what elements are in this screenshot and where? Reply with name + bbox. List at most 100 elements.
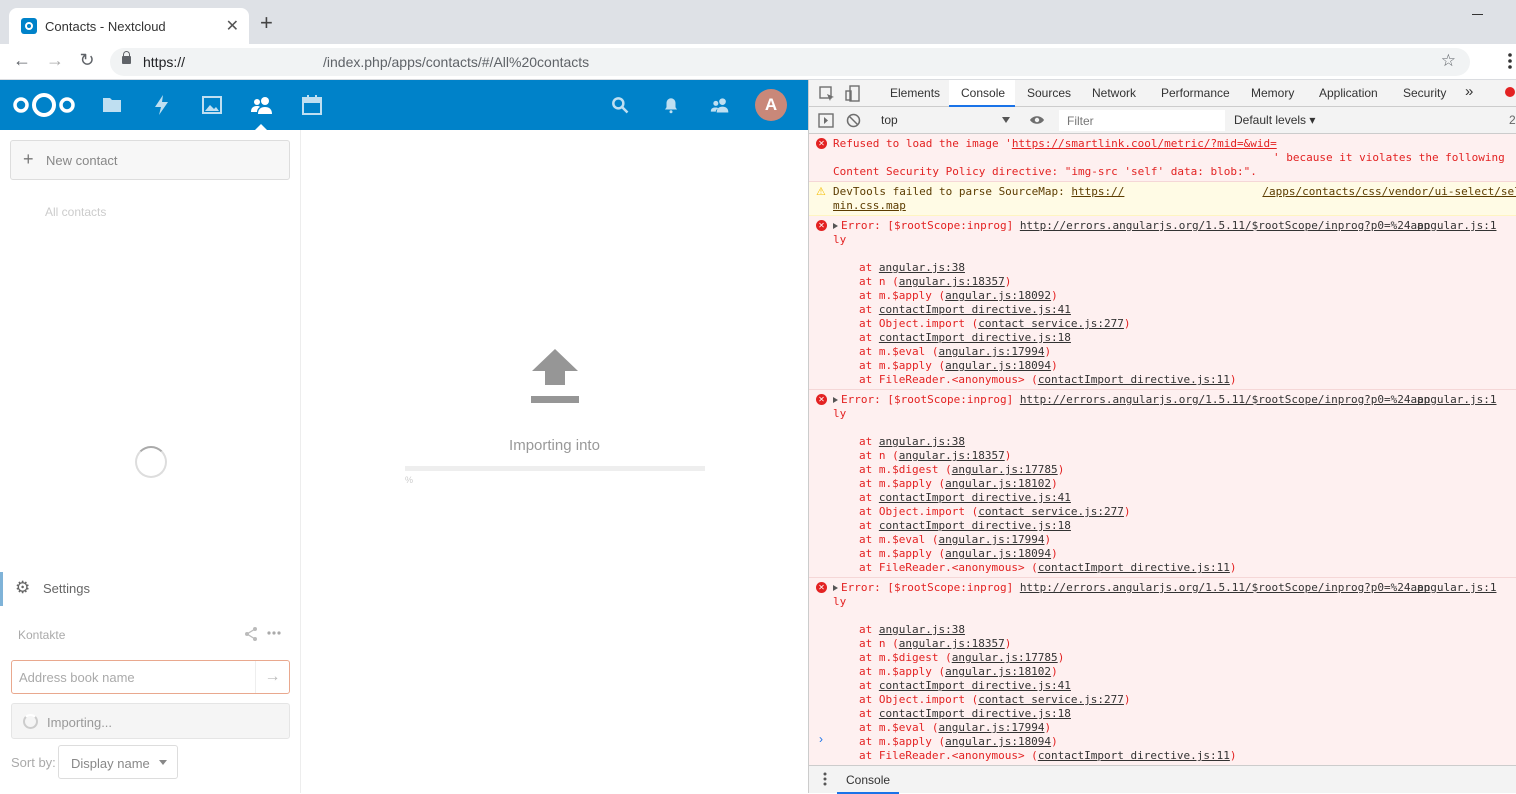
devtools-tab-security[interactable]: Security	[1403, 86, 1446, 100]
submit-arrow-icon[interactable]: →	[255, 661, 289, 693]
context-selector[interactable]: top	[881, 113, 898, 127]
console-prompt[interactable]: ›	[819, 732, 823, 746]
inspect-element-icon[interactable]	[819, 86, 835, 102]
frame-location[interactable]: contactImport directive.js:41	[879, 679, 1071, 692]
stack-frame: at n (angular.js:18357)	[833, 449, 1516, 463]
frame-location[interactable]: contactImport directive.js:18	[879, 519, 1071, 532]
device-toolbar-icon[interactable]	[845, 85, 861, 102]
frame-location[interactable]: contact service.js:277	[978, 693, 1124, 706]
frame-suffix: )	[1051, 665, 1058, 678]
frame-location[interactable]: angular.js:17785	[952, 463, 1058, 476]
show-sidebar-icon[interactable]	[818, 113, 834, 128]
frame-location[interactable]: angular.js:18357	[899, 637, 1005, 650]
import-button[interactable]: Importing...	[11, 703, 290, 739]
more-options-icon[interactable]	[266, 625, 282, 641]
frame-location[interactable]: contactImport directive.js:18	[879, 331, 1071, 344]
console-filter-input[interactable]	[1059, 110, 1225, 131]
expand-triangle-icon[interactable]	[833, 585, 838, 591]
frame-prefix: at	[859, 519, 879, 532]
frame-location[interactable]: contactImport directive.js:11	[1038, 561, 1230, 574]
contacts-menu-icon[interactable]	[710, 95, 730, 115]
frame-location[interactable]: angular.js:18094	[945, 735, 1051, 748]
frame-location[interactable]: contactImport directive.js:11	[1038, 373, 1230, 386]
frame-location[interactable]: angular.js:18357	[899, 275, 1005, 288]
warning-link-path[interactable]: /apps/contacts/css/vendor/ui-select/sele…	[1262, 185, 1516, 198]
frame-location[interactable]: angular.js:17994	[938, 345, 1044, 358]
frame-location[interactable]: angular.js:18357	[899, 449, 1005, 462]
new-tab-button[interactable]: +	[260, 12, 273, 34]
browser-toolbar: ← → ↻ https:// /index.php/apps/contacts/…	[0, 44, 1516, 114]
browser-tab[interactable]: Contacts - Nextcloud ✕	[9, 8, 249, 44]
reload-icon[interactable]: ↻	[75, 50, 99, 71]
frame-location[interactable]: contactImport directive.js:11	[1038, 749, 1230, 762]
contacts-icon[interactable]	[250, 93, 274, 117]
frame-location[interactable]: angular.js:18094	[945, 547, 1051, 560]
frame-location[interactable]: angular.js:18102	[945, 665, 1051, 678]
devtools-tab-performance[interactable]: Performance	[1161, 86, 1230, 100]
minimize-window-icon[interactable]	[1472, 14, 1483, 15]
frame-suffix: )	[1123, 693, 1131, 706]
frame-suffix: )	[1004, 275, 1012, 288]
error-source[interactable]: angular.js:1	[1417, 219, 1496, 233]
back-arrow-icon[interactable]: ←	[10, 50, 34, 71]
warning-link-tail[interactable]: min.css.map	[833, 199, 906, 212]
activity-icon[interactable]	[150, 93, 174, 117]
error-link[interactable]: http://errors.angularjs.org/1.5.11/$root…	[1020, 219, 1431, 232]
frame-location[interactable]: angular.js:38	[879, 435, 965, 448]
devtools-tab-application[interactable]: Application	[1319, 86, 1378, 100]
frame-location[interactable]: contactImport directive.js:41	[879, 491, 1071, 504]
error-link[interactable]: http://errors.angularjs.org/1.5.11/$root…	[1020, 581, 1431, 594]
log-levels-dropdown[interactable]: Default levels ▾	[1234, 113, 1315, 127]
error-link[interactable]: http://errors.angularjs.org/1.5.11/$root…	[1020, 393, 1431, 406]
drawer-menu-icon[interactable]	[823, 771, 827, 787]
error-source[interactable]: angular.js:1	[1417, 581, 1496, 595]
settings-toggle[interactable]: ⚙ Settings	[0, 572, 300, 606]
bookmark-star-icon[interactable]: ☆	[1441, 51, 1456, 71]
sort-by-select[interactable]: Display name	[58, 745, 178, 779]
clear-console-icon[interactable]	[846, 113, 861, 128]
devtools-tab-console[interactable]: Console	[961, 86, 1005, 100]
devtools-tab-sources[interactable]: Sources	[1027, 86, 1071, 100]
forward-arrow-icon[interactable]: →	[43, 50, 67, 71]
files-icon[interactable]	[100, 93, 124, 117]
frame-location[interactable]: contact service.js:277	[978, 317, 1124, 330]
search-icon[interactable]	[610, 95, 630, 115]
frame-location[interactable]: angular.js:17994	[938, 721, 1044, 734]
addressbook-name-input[interactable]	[12, 661, 256, 693]
expand-triangle-icon[interactable]	[833, 223, 838, 229]
user-avatar[interactable]: A	[755, 89, 787, 121]
frame-location[interactable]: angular.js:17785	[952, 651, 1058, 664]
error-count-icon[interactable]	[1505, 87, 1515, 97]
frame-location[interactable]: angular.js:18094	[945, 359, 1051, 372]
devtools-tab-elements[interactable]: Elements	[890, 86, 940, 100]
live-expression-eye-icon[interactable]	[1029, 114, 1045, 126]
devtools-tab-network[interactable]: Network	[1092, 86, 1136, 100]
frame-location[interactable]: angular.js:38	[879, 261, 965, 274]
stack-frame: at m.$apply (angular.js:18094)	[833, 735, 1516, 749]
notifications-bell-icon[interactable]	[662, 96, 680, 114]
gallery-icon[interactable]	[200, 93, 224, 117]
error-source[interactable]: angular.js:1	[1417, 393, 1496, 407]
share-icon[interactable]	[243, 626, 259, 642]
frame-location[interactable]: contactImport directive.js:18	[879, 707, 1071, 720]
expand-triangle-icon[interactable]	[833, 397, 838, 403]
drawer-tab-console[interactable]: Console	[837, 766, 899, 794]
frame-location[interactable]: angular.js:17994	[938, 533, 1044, 546]
csp-error-link[interactable]: https://smartlink.cool/metric/?mid=&wid=	[1012, 137, 1277, 150]
warning-link-host[interactable]: https://	[1071, 185, 1124, 198]
nextcloud-logo-icon[interactable]	[12, 91, 76, 119]
frame-location[interactable]: contactImport directive.js:41	[879, 303, 1071, 316]
more-tabs-icon[interactable]: »	[1465, 83, 1473, 100]
frame-location[interactable]: contact service.js:277	[978, 505, 1124, 518]
browser-menu-icon[interactable]	[1508, 52, 1512, 70]
new-contact-button[interactable]: + New contact	[10, 140, 290, 180]
address-bar[interactable]: https:// /index.php/apps/contacts/#/All%…	[110, 48, 1470, 76]
frame-location[interactable]: angular.js:18102	[945, 477, 1051, 490]
browser-tab-strip: Contacts - Nextcloud ✕ +	[0, 0, 1516, 44]
devtools-tab-memory[interactable]: Memory	[1251, 86, 1294, 100]
calendar-icon[interactable]	[300, 93, 324, 117]
frame-location[interactable]: angular.js:38	[879, 623, 965, 636]
all-contacts-item[interactable]: All contacts	[45, 205, 106, 219]
frame-location[interactable]: angular.js:18092	[945, 289, 1051, 302]
tab-close-icon[interactable]: ✕	[226, 16, 239, 36]
